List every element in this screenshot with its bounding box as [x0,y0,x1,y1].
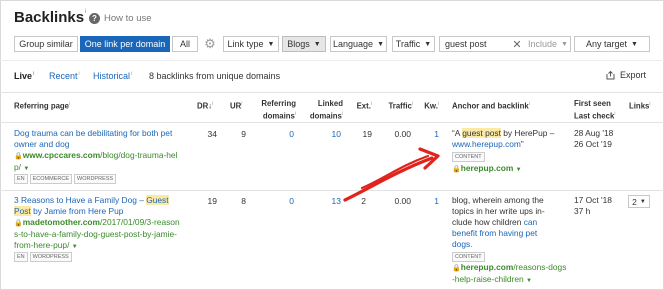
annotation-arrow-icon [343,147,440,202]
